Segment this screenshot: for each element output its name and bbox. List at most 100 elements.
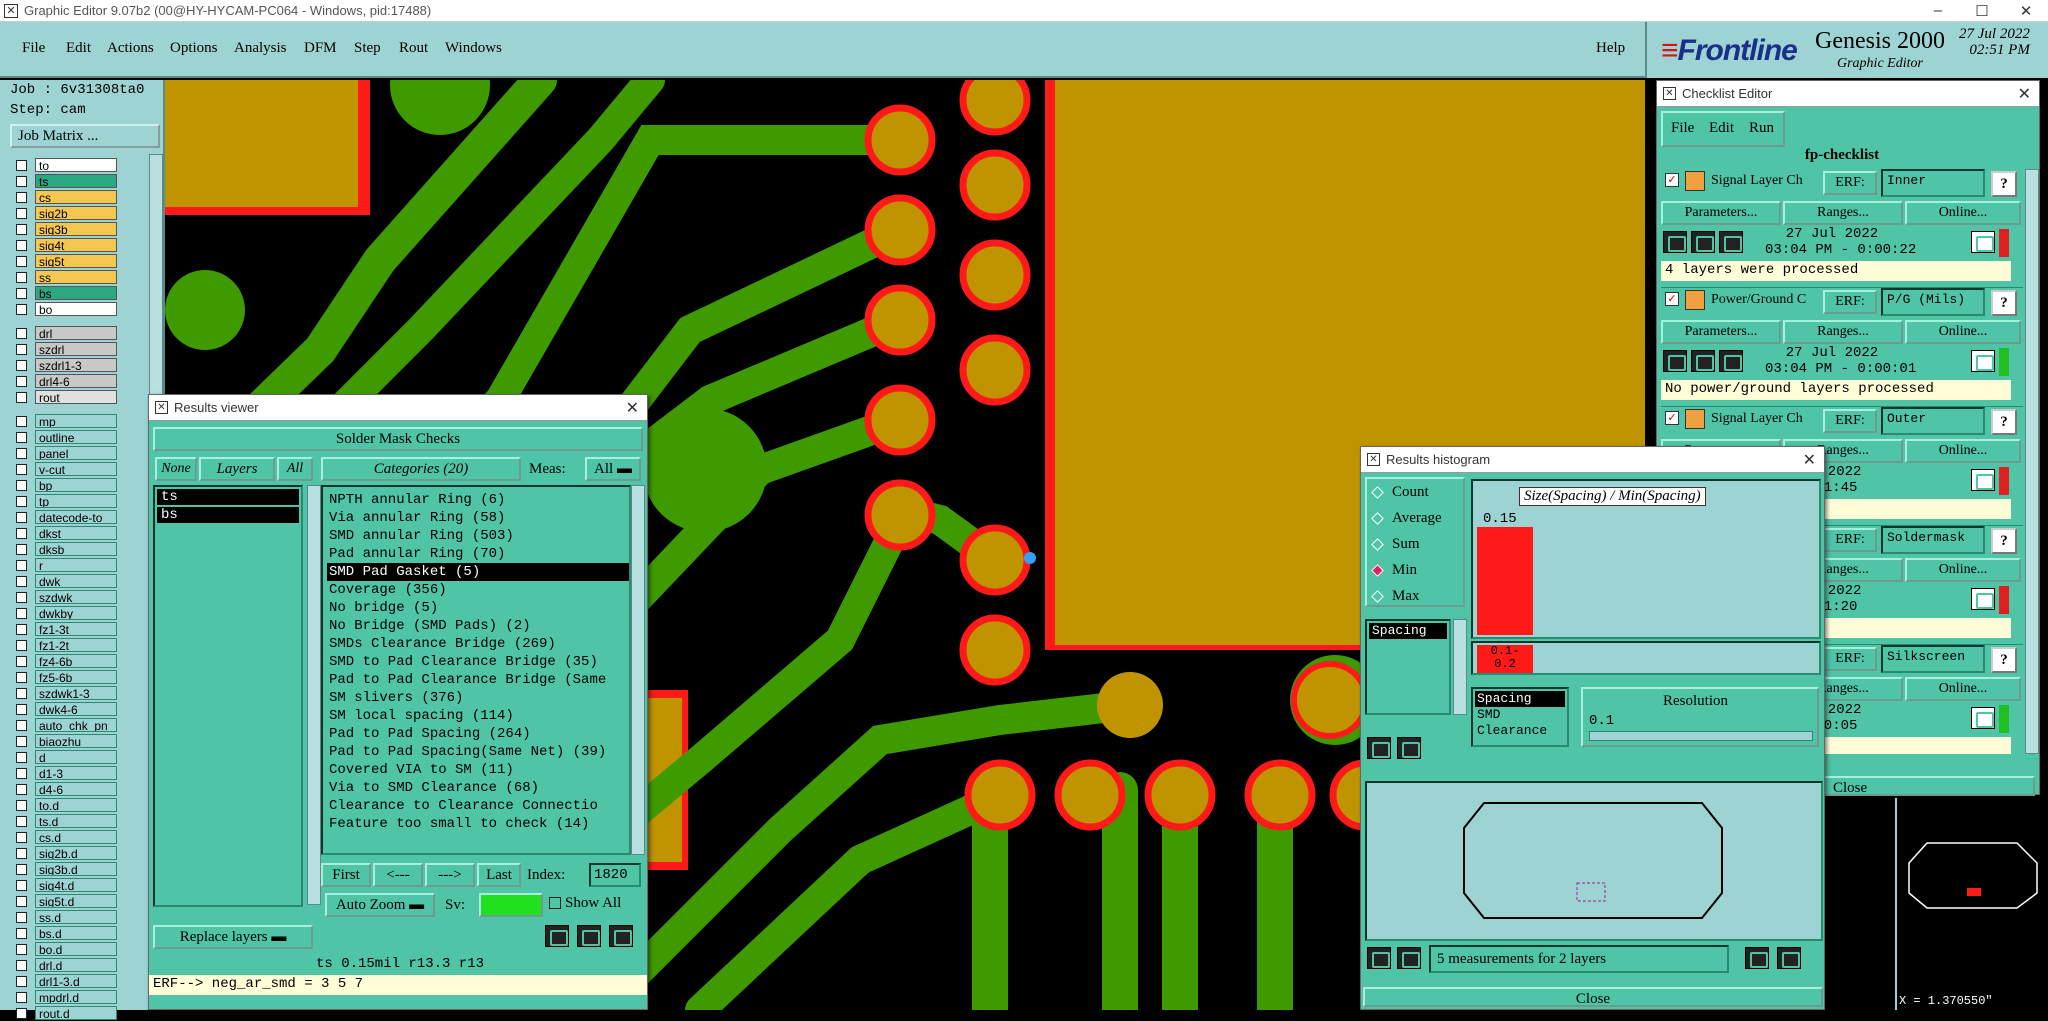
layer-checkbox[interactable] — [16, 847, 27, 859]
layer-checkbox[interactable] — [16, 431, 27, 443]
layer-name[interactable]: fz4-6b — [35, 654, 117, 668]
layer-checkbox[interactable] — [16, 831, 27, 843]
show-all-checkbox[interactable] — [549, 897, 561, 909]
menu-actions[interactable]: Actions — [107, 40, 154, 57]
type-spacing[interactable]: Spacing — [1475, 691, 1565, 707]
layer-checkbox[interactable] — [16, 463, 27, 475]
run-check-icon[interactable] — [1691, 350, 1715, 372]
layer-name[interactable]: szdwk1-3 — [35, 686, 117, 700]
layer-result-bs[interactable]: bs — [157, 507, 299, 523]
layer-row[interactable]: outline — [12, 429, 132, 445]
layer-checkbox[interactable] — [16, 687, 27, 699]
layer-checkbox[interactable] — [16, 271, 27, 283]
layer-result-ts[interactable]: ts — [157, 489, 299, 505]
check-enable-checkbox[interactable]: ✓ — [1665, 292, 1679, 306]
layer-checkbox[interactable] — [16, 175, 27, 187]
layer-row[interactable]: mpdrl.d — [12, 989, 132, 1005]
index-input[interactable]: 1820 — [589, 863, 641, 887]
category-item[interactable]: Via annular Ring (58) — [327, 509, 629, 527]
last-button[interactable]: Last — [477, 863, 521, 887]
layer-row[interactable]: r — [12, 557, 132, 573]
layer-row[interactable]: cs — [12, 189, 132, 205]
layer-checkbox[interactable] — [16, 815, 27, 827]
layer-row[interactable]: szdrl1-3 — [12, 357, 132, 373]
checklist-scrollbar[interactable] — [2025, 169, 2039, 754]
run-check-icon[interactable] — [1719, 350, 1743, 372]
layer-checkbox[interactable] — [16, 623, 27, 635]
help-icon[interactable]: ? — [1991, 290, 2017, 316]
del-icon[interactable] — [545, 925, 569, 947]
solder-mask-checks-header[interactable]: Solder Mask Checks — [153, 427, 643, 451]
layer-name[interactable]: fz1-2t — [35, 638, 117, 652]
erf-button[interactable]: ERF: — [1823, 290, 1877, 314]
replace-layers-dropdown[interactable]: Replace layers ▬ — [153, 925, 313, 949]
layer-checkbox[interactable] — [16, 783, 27, 795]
checklist-editor-close-icon[interactable]: ✕ — [2018, 84, 2031, 104]
zoom-icon[interactable] — [1971, 707, 1995, 729]
radio-diamond-icon[interactable] — [1371, 485, 1384, 499]
layer-checkbox[interactable] — [16, 223, 27, 235]
del-icon[interactable] — [1367, 947, 1391, 969]
aggregate-option[interactable]: Average — [1367, 505, 1463, 531]
histogram-bin-label[interactable]: 0.1- 0.2 — [1477, 645, 1533, 673]
layer-row[interactable]: ts — [12, 173, 132, 189]
layer-row[interactable]: drl — [12, 325, 132, 341]
layer-checkbox[interactable] — [16, 975, 27, 987]
help-icon[interactable]: ? — [1991, 409, 2017, 435]
layer-row[interactable]: to — [12, 157, 132, 173]
layer-row[interactable]: d4-6 — [12, 781, 132, 797]
layer-row[interactable]: drl4-6 — [12, 373, 132, 389]
layer-name[interactable]: szdrl1-3 — [35, 358, 117, 372]
layer-name[interactable]: dwkby — [35, 606, 117, 620]
layer-row[interactable]: drl.d — [12, 957, 132, 973]
layer-name[interactable]: dkst — [35, 526, 117, 540]
category-item[interactable]: No bridge (5) — [327, 599, 629, 617]
layer-name[interactable]: drl — [35, 326, 117, 340]
layer-name[interactable]: cs.d — [35, 830, 117, 844]
layer-row[interactable]: bo — [12, 301, 132, 317]
layer-checkbox[interactable] — [16, 671, 27, 683]
layer-row[interactable]: bo.d — [12, 941, 132, 957]
category-scrollbar[interactable] — [631, 485, 645, 855]
radio-diamond-icon[interactable] — [1371, 537, 1384, 551]
online-button[interactable]: Online... — [1905, 439, 2021, 463]
layer-name[interactable]: szdwk — [35, 590, 117, 604]
help-icon[interactable]: ? — [1991, 528, 2017, 554]
layer-name[interactable]: bs.d — [35, 926, 117, 940]
layer-checkbox[interactable] — [16, 391, 27, 403]
help-icon[interactable]: ? — [1991, 647, 2017, 673]
menu-dfm[interactable]: DFM — [304, 40, 337, 57]
layer-row[interactable]: fz1-3t — [12, 621, 132, 637]
results-viewer-close-icon[interactable]: ✕ — [626, 398, 639, 418]
category-item[interactable]: SM slivers (376) — [327, 689, 629, 707]
layer-row[interactable]: rout.d — [12, 1005, 132, 1021]
layer-name[interactable]: bp — [35, 478, 117, 492]
layer-checkbox[interactable] — [16, 991, 27, 1003]
histogram-list[interactable]: Spacing — [1365, 619, 1451, 715]
layer-row[interactable]: sig5t — [12, 253, 132, 269]
parameters-button[interactable]: Parameters... — [1661, 320, 1781, 344]
category-item[interactable]: Pad to Pad Spacing(Same Net) (39) — [327, 743, 629, 761]
layer-checkbox[interactable] — [16, 327, 27, 339]
layer-row[interactable]: bs.d — [12, 925, 132, 941]
category-item[interactable]: SMD to Pad Clearance Bridge (35) — [327, 653, 629, 671]
zoom-icon[interactable] — [1971, 588, 1995, 610]
online-button[interactable]: Online... — [1905, 677, 2021, 701]
layer-checkbox[interactable] — [16, 343, 27, 355]
first-button[interactable]: First — [321, 863, 371, 887]
radio-diamond-icon[interactable] — [1371, 563, 1384, 577]
layer-row[interactable]: sig3b — [12, 221, 132, 237]
erf-button[interactable]: ERF: — [1823, 528, 1877, 552]
type-list[interactable]: Spacing SMD Clearance — [1471, 687, 1569, 747]
layer-row[interactable]: auto_chk_pn — [12, 717, 132, 733]
layer-name[interactable]: d4-6 — [35, 782, 117, 796]
ranges-button[interactable]: Ranges... — [1783, 201, 1903, 225]
layer-checkbox[interactable] — [16, 239, 27, 251]
layer-checkbox[interactable] — [16, 375, 27, 387]
layer-checkbox[interactable] — [16, 447, 27, 459]
layer-name[interactable]: sig4t — [35, 238, 117, 252]
layer-row[interactable]: v-cut — [12, 461, 132, 477]
layer-checkbox[interactable] — [16, 943, 27, 955]
histogram-list-spacing[interactable]: Spacing — [1369, 623, 1447, 639]
maximize-button[interactable]: ☐ — [1960, 2, 2004, 20]
